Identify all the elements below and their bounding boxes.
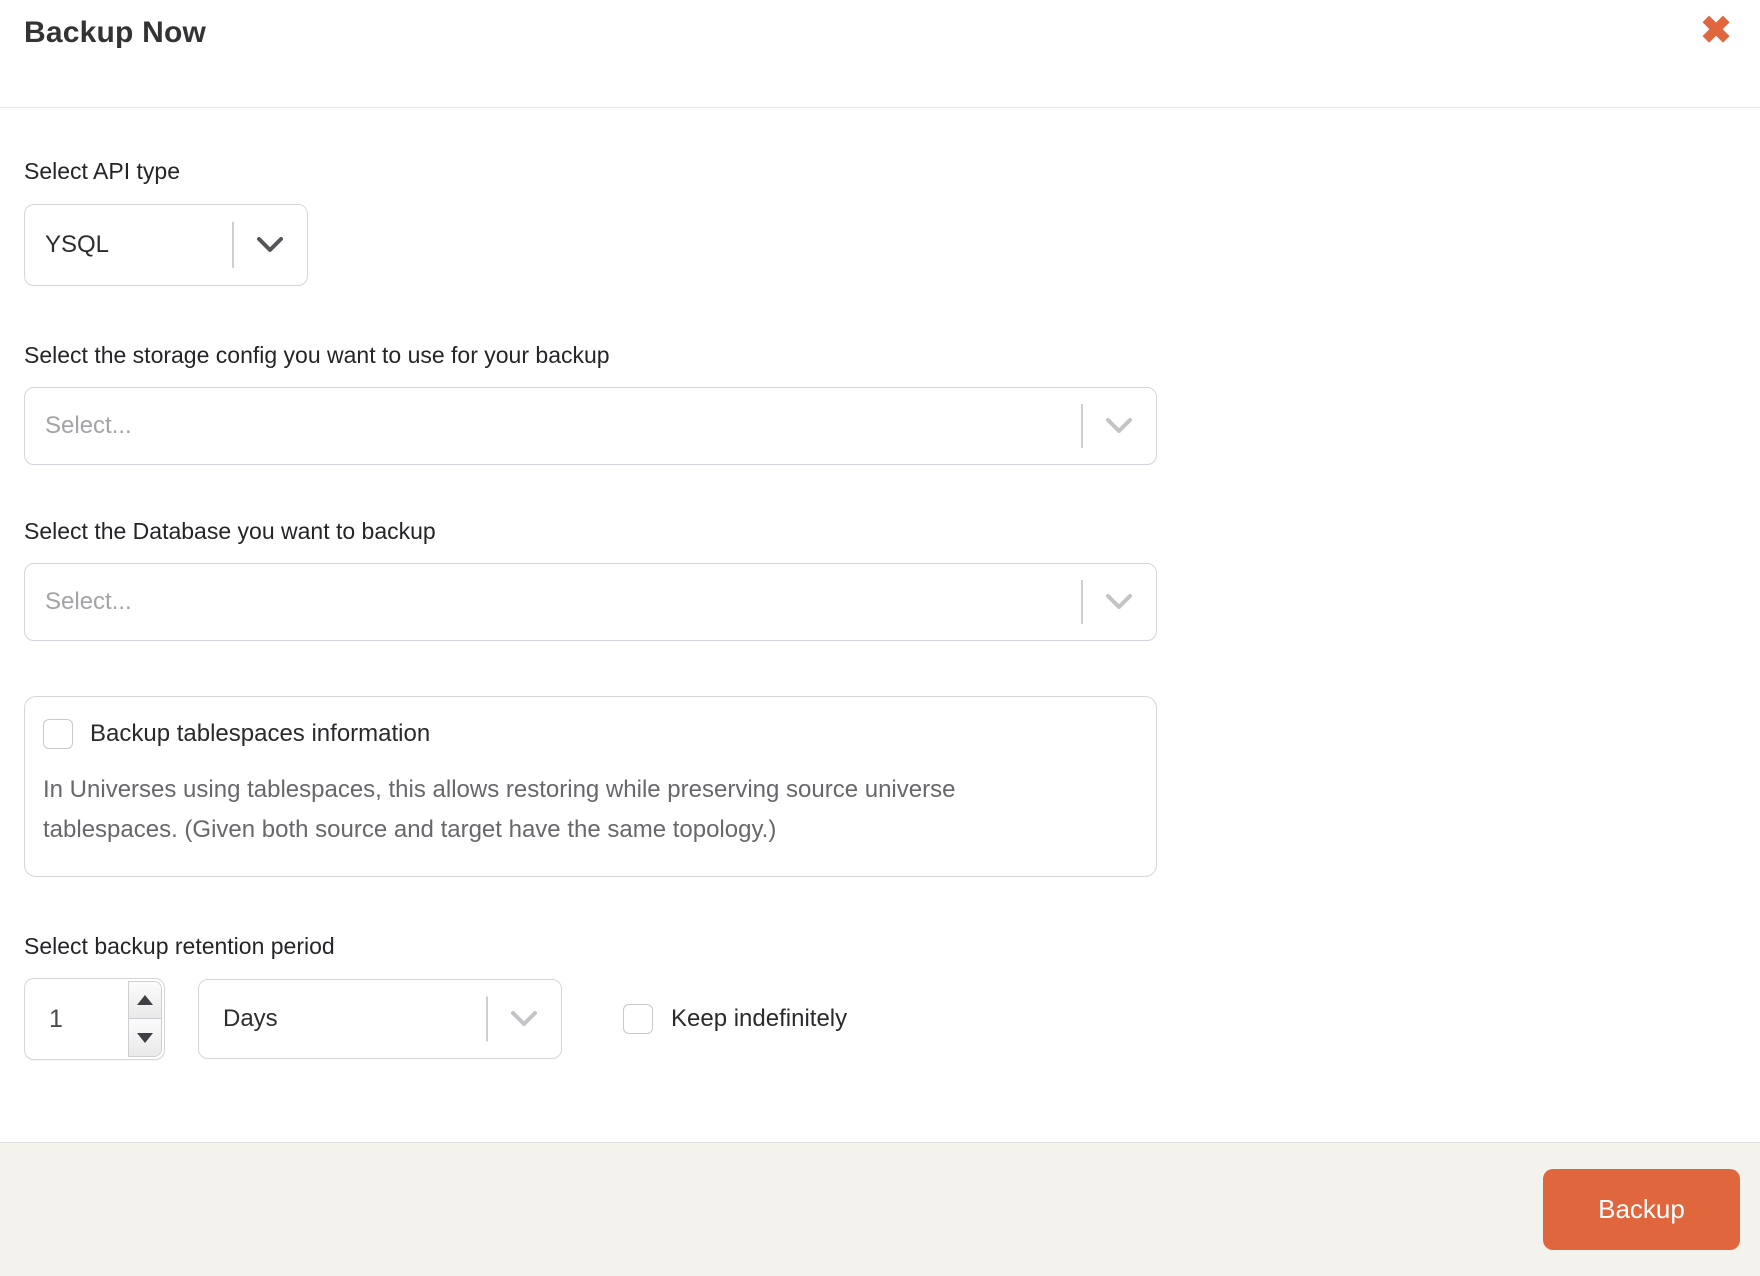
retention-unit-dropdown-toggle[interactable] bbox=[486, 980, 561, 1058]
tablespaces-checkbox-row[interactable]: Backup tablespaces information bbox=[43, 719, 1136, 749]
retention-value-input[interactable] bbox=[25, 979, 128, 1059]
keep-indefinitely-label: Keep indefinitely bbox=[671, 1005, 848, 1032]
api-type-value: YSQL bbox=[45, 231, 110, 258]
retention-unit-value: Days bbox=[223, 1005, 278, 1032]
modal-title: Backup Now bbox=[24, 16, 207, 49]
stepper-buttons bbox=[128, 981, 162, 1057]
database-label: Select the Database you want to backup bbox=[24, 518, 436, 544]
retention-unit-select[interactable]: Days bbox=[198, 979, 562, 1059]
keep-indefinitely-row[interactable]: Keep indefinitely bbox=[623, 1004, 847, 1034]
backup-now-modal: Backup Now ✖ Select API type YSQL Select… bbox=[0, 0, 1760, 1276]
tablespaces-checkbox-label: Backup tablespaces information bbox=[90, 720, 431, 747]
database-placeholder: Select... bbox=[45, 588, 132, 615]
retention-label: Select backup retention period bbox=[24, 933, 335, 959]
database-select[interactable]: Select... bbox=[24, 563, 1157, 641]
modal-header: Backup Now ✖ bbox=[0, 0, 1760, 108]
chevron-down-icon bbox=[510, 1011, 537, 1026]
keep-indefinitely-checkbox[interactable] bbox=[623, 1004, 653, 1034]
chevron-down-icon bbox=[1105, 594, 1132, 609]
storage-config-dropdown-toggle[interactable] bbox=[1081, 388, 1156, 464]
stepper-increment-button[interactable] bbox=[129, 982, 161, 1019]
chevron-down-icon bbox=[256, 237, 283, 252]
backup-button[interactable]: Backup bbox=[1543, 1169, 1740, 1250]
arrow-up-icon bbox=[137, 995, 153, 1005]
tablespaces-info-box: Backup tablespaces information In Univer… bbox=[24, 696, 1157, 877]
tablespaces-description: In Universes using tablespaces, this all… bbox=[43, 776, 956, 843]
api-type-label: Select API type bbox=[24, 158, 180, 184]
api-type-select[interactable]: YSQL bbox=[24, 204, 308, 286]
storage-config-label: Select the storage config you want to us… bbox=[24, 342, 610, 368]
storage-config-placeholder: Select... bbox=[45, 412, 132, 439]
storage-config-select[interactable]: Select... bbox=[24, 387, 1157, 465]
modal-footer: Backup bbox=[0, 1142, 1760, 1276]
database-dropdown-toggle[interactable] bbox=[1081, 564, 1156, 640]
arrow-down-icon bbox=[137, 1032, 153, 1043]
chevron-down-icon bbox=[1105, 418, 1132, 433]
api-type-dropdown-toggle[interactable] bbox=[232, 205, 307, 285]
stepper-decrement-button[interactable] bbox=[129, 1019, 161, 1056]
retention-row: Days Keep indefinitely bbox=[24, 978, 1736, 1060]
retention-value-stepper bbox=[24, 978, 165, 1060]
close-icon[interactable]: ✖ bbox=[1696, 8, 1736, 54]
modal-body: Select API type YSQL Select the storage … bbox=[0, 108, 1760, 1142]
tablespaces-checkbox[interactable] bbox=[43, 719, 73, 749]
